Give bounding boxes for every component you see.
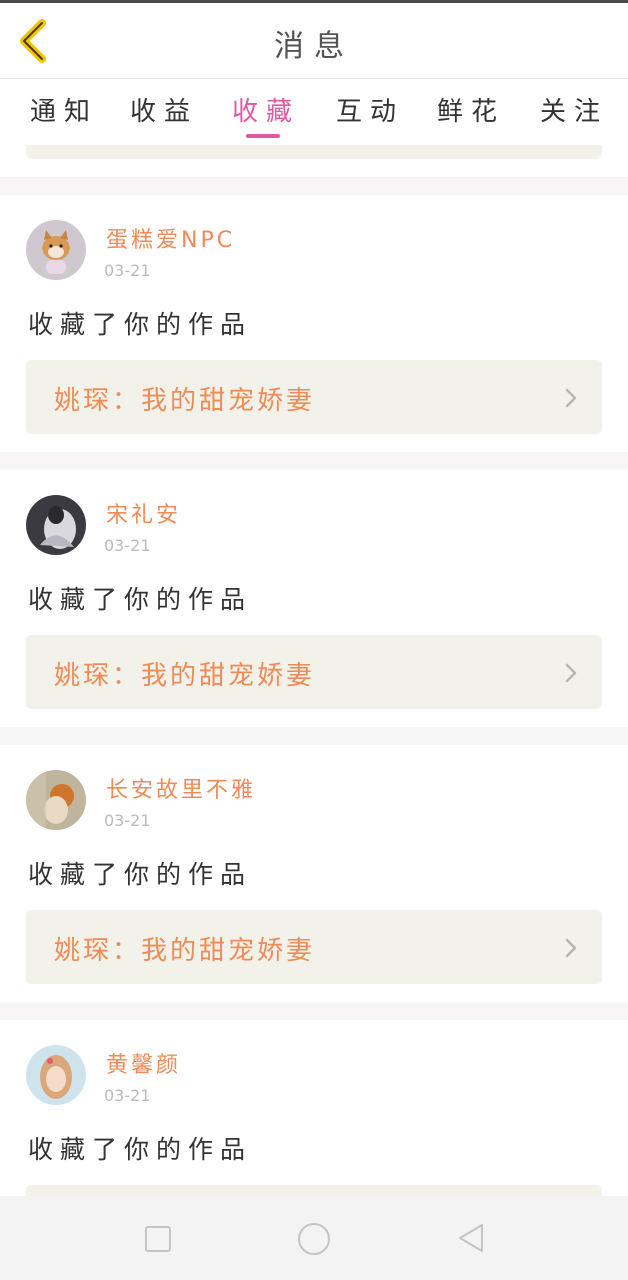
avatar[interactable] bbox=[26, 220, 86, 280]
avatar[interactable] bbox=[26, 495, 86, 555]
tab-following[interactable]: 关注 bbox=[540, 91, 608, 128]
tab-interactions[interactable]: 互动 bbox=[336, 91, 404, 128]
work-title: 姚琛：我的甜宠娇妻 bbox=[54, 661, 316, 691]
list-item-partial bbox=[0, 145, 628, 177]
message-action: 收藏了你的作品 bbox=[28, 310, 253, 339]
work-title: 姚琛：我的甜宠娇妻 bbox=[54, 386, 316, 416]
list-item: 蛋糕爱NPC 03-21 收藏了你的作品 姚琛：我的甜宠娇妻 bbox=[0, 195, 628, 452]
message-action: 收藏了你的作品 bbox=[28, 860, 253, 889]
nav-back-icon[interactable] bbox=[456, 1222, 486, 1254]
tab-notifications[interactable]: 通知 bbox=[30, 91, 98, 128]
message-date: 03-21 bbox=[104, 1086, 151, 1105]
system-nav-bar bbox=[0, 1196, 628, 1280]
message-action: 收藏了你的作品 bbox=[28, 1135, 253, 1164]
work-card[interactable]: 姚琛：我的甜宠娇妻 bbox=[26, 910, 602, 984]
avatar[interactable] bbox=[26, 1045, 86, 1105]
home-icon[interactable] bbox=[298, 1223, 330, 1255]
message-action: 收藏了你的作品 bbox=[28, 585, 253, 614]
tab-favorites[interactable]: 收藏 bbox=[232, 91, 300, 128]
list-item: 宋礼安 03-21 收藏了你的作品 姚琛：我的甜宠娇妻 bbox=[0, 470, 628, 727]
list-item: 长安故里不雅 03-21 收藏了你的作品 姚琛：我的甜宠娇妻 bbox=[0, 745, 628, 1002]
username[interactable]: 黄馨颜 bbox=[106, 1047, 181, 1079]
active-tab-indicator bbox=[246, 134, 280, 138]
chevron-right-icon bbox=[565, 938, 577, 958]
message-date: 03-21 bbox=[104, 261, 151, 280]
chevron-right-icon bbox=[565, 663, 577, 683]
chevron-right-icon bbox=[565, 388, 577, 408]
avatar[interactable] bbox=[26, 770, 86, 830]
tab-earnings[interactable]: 收益 bbox=[130, 91, 198, 128]
username[interactable]: 长安故里不雅 bbox=[106, 772, 256, 804]
username[interactable]: 蛋糕爱NPC bbox=[106, 222, 235, 254]
app-header: 消息 bbox=[0, 3, 628, 79]
work-card[interactable] bbox=[26, 1185, 602, 1196]
work-card[interactable]: 姚琛：我的甜宠娇妻 bbox=[26, 635, 602, 709]
page-title: 消息 bbox=[274, 29, 354, 64]
work-title: 姚琛：我的甜宠娇妻 bbox=[54, 936, 316, 966]
tab-bar: 通知 收益 收藏 互动 鲜花 关注 bbox=[0, 79, 628, 145]
message-date: 03-21 bbox=[104, 536, 151, 555]
list-item: 黄馨颜 03-21 收藏了你的作品 bbox=[0, 1020, 628, 1196]
work-card-partial[interactable] bbox=[26, 145, 602, 159]
username[interactable]: 宋礼安 bbox=[106, 497, 181, 529]
work-card[interactable]: 姚琛：我的甜宠娇妻 bbox=[26, 360, 602, 434]
message-date: 03-21 bbox=[104, 811, 151, 830]
recent-apps-icon[interactable] bbox=[145, 1226, 171, 1252]
tab-flowers[interactable]: 鲜花 bbox=[437, 91, 505, 128]
